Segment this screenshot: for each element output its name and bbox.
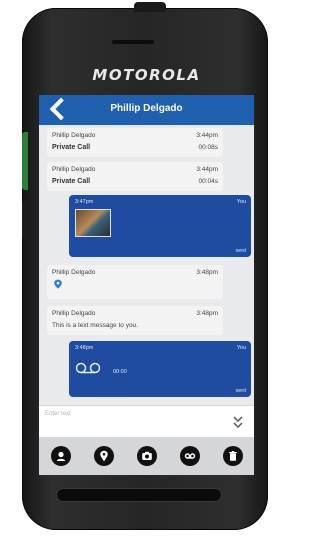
location-message[interactable]: Phillip Delgado 3:48pm	[47, 265, 223, 299]
message-input[interactable]: Enter text	[39, 405, 254, 438]
outgoing-voice-message[interactable]: 3:48pm You 00:00 sent	[69, 341, 251, 397]
screen: Phillip Delgado Phillip Delgado 3:44pm P…	[39, 95, 254, 475]
action-toolbar	[39, 437, 254, 475]
image-thumbnail[interactable]	[75, 209, 111, 237]
call-log-item[interactable]: Phillip Delgado 3:44pm Private Call 00:0…	[47, 128, 223, 157]
sender-you: You	[236, 199, 246, 205]
message-time: 3:48pm	[75, 345, 94, 351]
message-time: 3:48pm	[196, 269, 218, 276]
message-time: 3:44pm	[196, 132, 218, 139]
location-pin-icon[interactable]	[53, 279, 63, 289]
double-chevron-down-icon[interactable]	[232, 414, 244, 430]
camera-icon[interactable]	[136, 446, 157, 466]
sent-status: sent	[235, 248, 246, 254]
call-label: Private Call	[52, 178, 91, 185]
sender-you: You	[236, 345, 246, 351]
app-bar: Phillip Delgado	[39, 95, 254, 125]
voicemail-play-icon[interactable]	[75, 362, 101, 374]
input-placeholder: Enter text	[45, 411, 71, 417]
delete-icon[interactable]	[222, 446, 243, 466]
conversation-title: Phillip Delgado	[110, 103, 183, 114]
voicemail-icon[interactable]	[179, 446, 200, 466]
side-button[interactable]	[22, 200, 27, 240]
bottom-grip	[56, 488, 222, 502]
call-duration: 00:08s	[198, 144, 218, 151]
call-log-item[interactable]: Phillip Delgado 3:44pm Private Call 00:0…	[47, 162, 223, 191]
sender-name: Phillip Delgado	[52, 132, 96, 139]
outgoing-image-message[interactable]: 3:47pm You sent	[69, 195, 251, 257]
call-label: Private Call	[52, 144, 91, 151]
ptt-button[interactable]	[22, 132, 28, 190]
message-text: This is a text message to you.	[52, 322, 138, 329]
location-icon[interactable]	[93, 446, 114, 466]
message-time: 3:44pm	[196, 166, 218, 173]
earpiece	[112, 40, 154, 44]
message-time: 3:47pm	[75, 199, 94, 205]
message-time: 3:48pm	[196, 310, 218, 317]
text-message[interactable]: Phillip Delgado 3:48pm This is a text me…	[47, 306, 223, 335]
voice-duration: 00:00	[113, 369, 127, 375]
call-duration: 00:04s	[198, 178, 218, 185]
sender-name: Phillip Delgado	[52, 166, 96, 173]
top-knob[interactable]	[134, 2, 166, 12]
sender-name: Phillip Delgado	[52, 310, 96, 317]
sender-name: Phillip Delgado	[52, 269, 96, 276]
sent-status: sent	[235, 388, 246, 394]
brand-logo: MOTOROLA	[92, 66, 201, 84]
contacts-icon[interactable]	[50, 446, 71, 466]
